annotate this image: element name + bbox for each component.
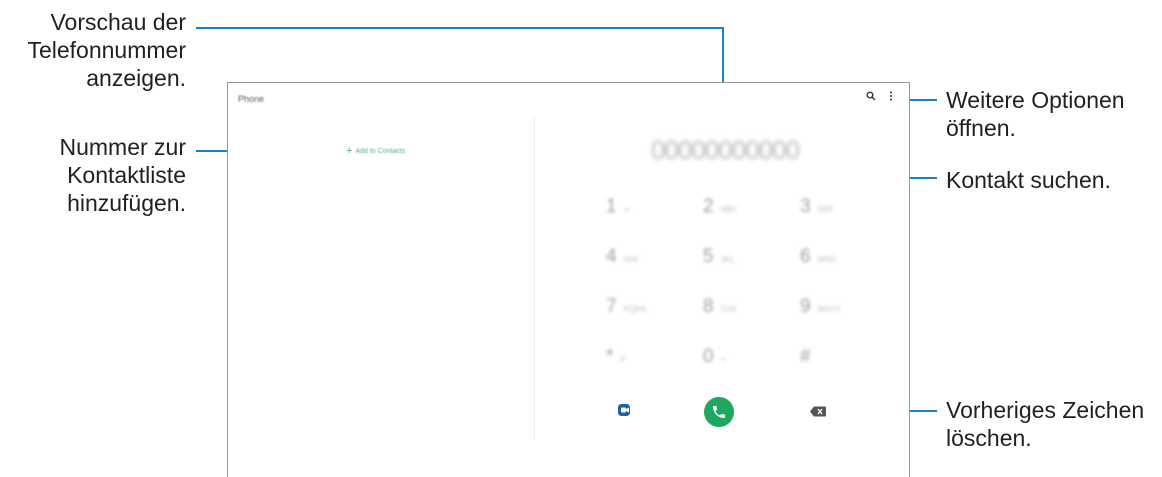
keypad-key-0[interactable]: 0 +: [703, 346, 763, 376]
callout-add-contact: Nummer zur Kontaktliste hinzufügen.: [59, 134, 186, 216]
pane-divider: [534, 117, 535, 439]
keypad-key-1[interactable]: 1 ∞: [606, 196, 666, 226]
phone-call-icon: [713, 406, 725, 418]
keypad-key-6[interactable]: 6 MNO: [800, 246, 860, 276]
search-icon[interactable]: [866, 91, 876, 104]
keypad-key-4[interactable]: 4 GHI: [606, 246, 666, 276]
callout-preview-number: Vorschau der Telefonnummer anzeigen.: [27, 9, 186, 91]
tablet-screen: Phone + Add to Contacts 00000000000 1 ∞ 2…: [227, 82, 910, 477]
backspace-icon[interactable]: [810, 404, 826, 417]
keypad-key-5[interactable]: 5 JKL: [703, 246, 763, 276]
add-to-contacts-button[interactable]: + Add to Contacts: [346, 146, 405, 157]
callout-delete: Vorheriges Zeichen löschen.: [946, 397, 1145, 451]
plus-icon: +: [346, 145, 353, 157]
more-options-icon[interactable]: [889, 91, 893, 104]
keypad-key-star[interactable]: * P: [606, 346, 666, 376]
app-title: Phone: [238, 94, 265, 104]
keypad-key-3[interactable]: 3 DEF: [800, 196, 860, 226]
callout-search: Kontakt suchen.: [946, 167, 1111, 193]
leader-line-preview-h: [196, 27, 724, 29]
call-button[interactable]: [704, 397, 734, 427]
callout-more-options: Weitere Optionen öffnen.: [946, 87, 1125, 141]
keypad-key-hash[interactable]: #: [800, 346, 860, 376]
video-call-icon[interactable]: [617, 403, 633, 417]
keypad-key-9[interactable]: 9 WXYZ: [800, 296, 860, 326]
keypad-key-8[interactable]: 8 TUV: [703, 296, 763, 326]
add-to-contacts-label: Add to Contacts: [355, 148, 406, 155]
keypad-key-7[interactable]: 7 PQRS: [606, 296, 666, 326]
keypad-key-2[interactable]: 2 ABC: [703, 196, 763, 226]
phone-number-display[interactable]: 00000000000: [620, 135, 830, 166]
